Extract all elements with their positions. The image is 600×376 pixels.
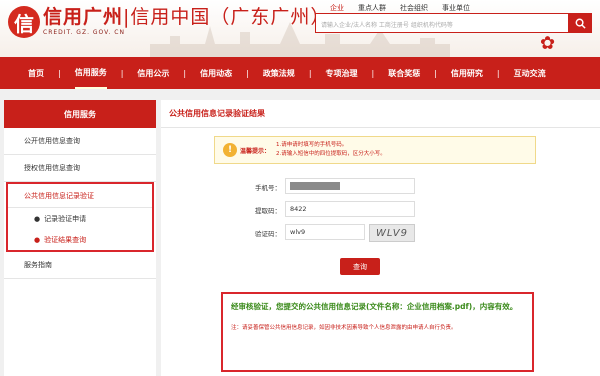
sidebar-subitem-label: 验证结果查询 bbox=[44, 235, 87, 244]
masked-phone bbox=[290, 182, 340, 190]
nav-credit-news[interactable]: 信用动态 bbox=[200, 57, 232, 89]
sidebar-item-authorized-query[interactable]: 授权信用信息查询 bbox=[4, 155, 156, 182]
info-icon: ! bbox=[223, 143, 237, 157]
logo-mark: 信 bbox=[8, 6, 40, 38]
result-message: 经审核验证，您提交的公共信用信息记录(文件名称：企业信用档案.pdf)，内容有效… bbox=[231, 302, 518, 311]
logo-title-secondary: 信用中国（广东广州） bbox=[130, 6, 331, 28]
bullet-icon: ● bbox=[34, 235, 41, 244]
bullet-icon: ● bbox=[34, 214, 41, 223]
sidebar-group-record-verify: 公共信用信息记录验证 ● 记录验证申请 ● 验证结果查询 bbox=[6, 182, 154, 252]
sidebar-item-service-guide[interactable]: 服务指南 bbox=[4, 252, 156, 279]
result-note: 注：请妥善保管公共信用信息记录，如因非技术因素导致个人信息泄露的由申请人自行负责… bbox=[231, 325, 457, 331]
sidebar-subitem-verify-apply[interactable]: ● 记录验证申请 bbox=[8, 208, 152, 229]
site-logo[interactable]: 信 信用广州|信用中国（广东广州） CREDIT. GZ. GOV. CN bbox=[8, 6, 330, 38]
nav-interaction[interactable]: 互动交流 bbox=[514, 57, 546, 89]
code-label: 提取码： bbox=[255, 207, 281, 215]
sidebar-subitem-verify-result[interactable]: ● 验证结果查询 bbox=[8, 229, 152, 250]
main-content: 公共信用信息记录验证结果 ! 温馨提示： 1.请申请时填写的手机号码。 2.请输… bbox=[161, 100, 600, 376]
page-title: 公共信用信息记录验证结果 bbox=[161, 100, 600, 128]
nav-credit-service[interactable]: 信用服务 bbox=[74, 57, 107, 89]
nav-credit-research[interactable]: 信用研究 bbox=[451, 57, 483, 89]
phone-field[interactable] bbox=[285, 178, 415, 194]
main-nav: 首页 | 信用服务 | 信用公示 | 信用动态 | 政策法规 | 专项治理 | … bbox=[0, 57, 600, 89]
nav-credit-publicity[interactable]: 信用公示 bbox=[137, 57, 169, 89]
sidebar: 信用服务 公开信用信息查询 授权信用信息查询 公共信用信息记录验证 ● 记录验证… bbox=[4, 100, 156, 376]
nav-home[interactable]: 首页 bbox=[28, 57, 44, 89]
notice-box: ! 温馨提示： 1.请申请时填写的手机号码。 2.请输入短信中的四位提取码，区分… bbox=[214, 136, 536, 164]
captcha-field[interactable]: wlv9 bbox=[285, 224, 365, 240]
sidebar-subitem-label: 记录验证申请 bbox=[44, 214, 87, 223]
verification-result-box: 经审核验证，您提交的公共信用信息记录(文件名称：企业信用档案.pdf)，内容有效… bbox=[221, 292, 534, 372]
captcha-image[interactable]: WLV9 bbox=[369, 224, 415, 242]
sidebar-item-public-query[interactable]: 公开信用信息查询 bbox=[4, 128, 156, 155]
flower-decoration-icon: ✿ bbox=[540, 33, 556, 54]
site-header: 信 信用广州|信用中国（广东广州） CREDIT. GZ. GOV. CN 企业… bbox=[0, 0, 600, 57]
logo-title: 信用广州 bbox=[43, 6, 124, 28]
captcha-row: 验证码： wlv9 WLV9 bbox=[161, 224, 600, 242]
sidebar-title: 信用服务 bbox=[4, 100, 156, 128]
code-row: 提取码： 8422 bbox=[161, 201, 600, 219]
code-field[interactable]: 8422 bbox=[285, 201, 415, 217]
query-button[interactable]: 查询 bbox=[340, 258, 380, 275]
search-button[interactable] bbox=[568, 13, 592, 33]
search-icon bbox=[575, 18, 586, 29]
nav-special-governance[interactable]: 专项治理 bbox=[326, 57, 358, 89]
nav-joint-reward-punish[interactable]: 联合奖惩 bbox=[388, 57, 420, 89]
logo-domain: CREDIT. GZ. GOV. CN bbox=[43, 29, 125, 36]
search-input[interactable]: 请输入企业/法人名称 工商注册号 组织机构代码等 bbox=[315, 13, 569, 33]
notice-line: 2.请输入短信中的四位提取码，区分大小写。 bbox=[276, 151, 386, 157]
captcha-label: 验证码： bbox=[255, 230, 281, 238]
phone-label: 手机号： bbox=[255, 184, 281, 192]
sidebar-item-record-verify[interactable]: 公共信用信息记录验证 bbox=[8, 184, 152, 208]
notice-line: 1.请申请时填写的手机号码。 bbox=[276, 142, 348, 148]
notice-label: 温馨提示： bbox=[240, 147, 271, 155]
nav-policy[interactable]: 政策法规 bbox=[263, 57, 295, 89]
phone-row: 手机号： bbox=[161, 178, 600, 196]
